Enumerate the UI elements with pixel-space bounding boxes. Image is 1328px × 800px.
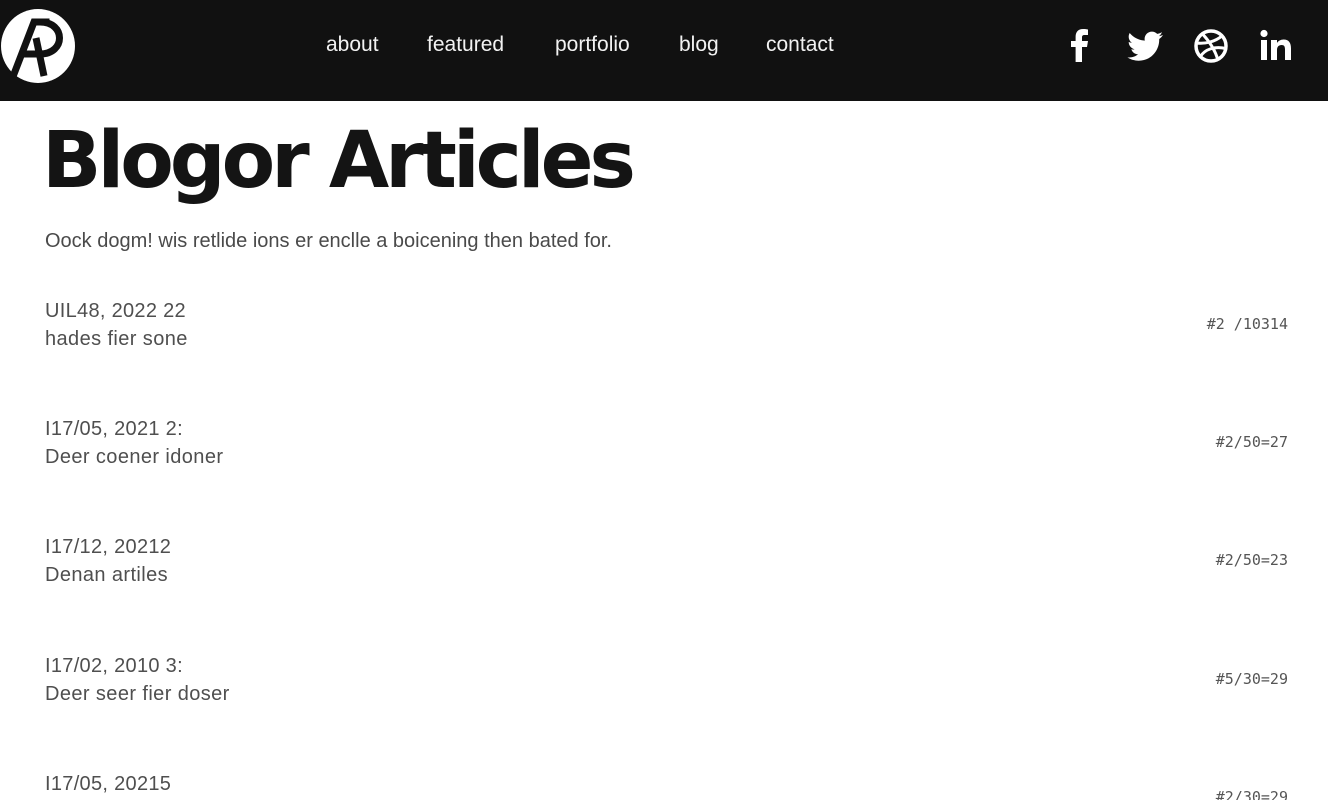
nav-item-portfolio[interactable]: portfolio [555,33,630,57]
article-date: I17/05, 20215 [45,773,172,795]
article-list-item[interactable]: I17/12, 20212 Denan artiles #2/50=23 [0,535,1328,645]
article-date: I17/02, 2010 3: [45,655,183,677]
nav-item-blog[interactable]: blog [679,33,719,57]
article-meta: #2/30=29 [1215,788,1288,800]
twitter-icon[interactable] [1125,26,1165,66]
nav-item-contact[interactable]: contact [766,33,834,57]
main-content: Blogor Articles Oock dogm! wis retlide i… [0,101,1328,800]
article-meta: #2 /10314 [1206,315,1288,333]
nav-item-featured[interactable]: featured [427,33,504,57]
article-meta: #2/50=23 [1215,551,1288,569]
article-title[interactable]: Deer seer fier doser [45,682,230,706]
nav-item-about[interactable]: about [326,33,379,57]
article-list-item[interactable]: I17/05, 20215 #2/30=29 [0,772,1328,800]
article-list-item[interactable]: UIL48, 2022 22 hades fier sone #2 /10314 [0,299,1328,409]
article-list-item[interactable]: I17/05, 2021 2: Deer coener idoner #2/50… [0,417,1328,527]
article-title[interactable]: Deer coener idoner [45,445,223,469]
article-list-item[interactable]: I17/02, 2010 3: Deer seer fier doser #5/… [0,654,1328,764]
article-title[interactable]: hades fier sone [45,327,188,351]
article-date: I17/05, 2021 2: [45,418,183,440]
page-subtitle: Oock dogm! wis retlide ions er enclle a … [45,230,612,252]
article-title[interactable]: Denan artiles [45,563,168,587]
article-date: UIL48, 2022 22 [45,300,186,322]
facebook-icon[interactable] [1060,26,1100,66]
linkedin-icon[interactable] [1256,26,1296,66]
page-title: Blogor Articles [42,116,636,206]
top-navigation-bar: about featured portfolio blog contact [0,0,1328,101]
article-date: I17/12, 20212 [45,536,172,558]
article-meta: #5/30=29 [1215,670,1288,688]
dribbble-icon[interactable] [1191,26,1231,66]
article-meta: #2/50=27 [1215,433,1288,451]
